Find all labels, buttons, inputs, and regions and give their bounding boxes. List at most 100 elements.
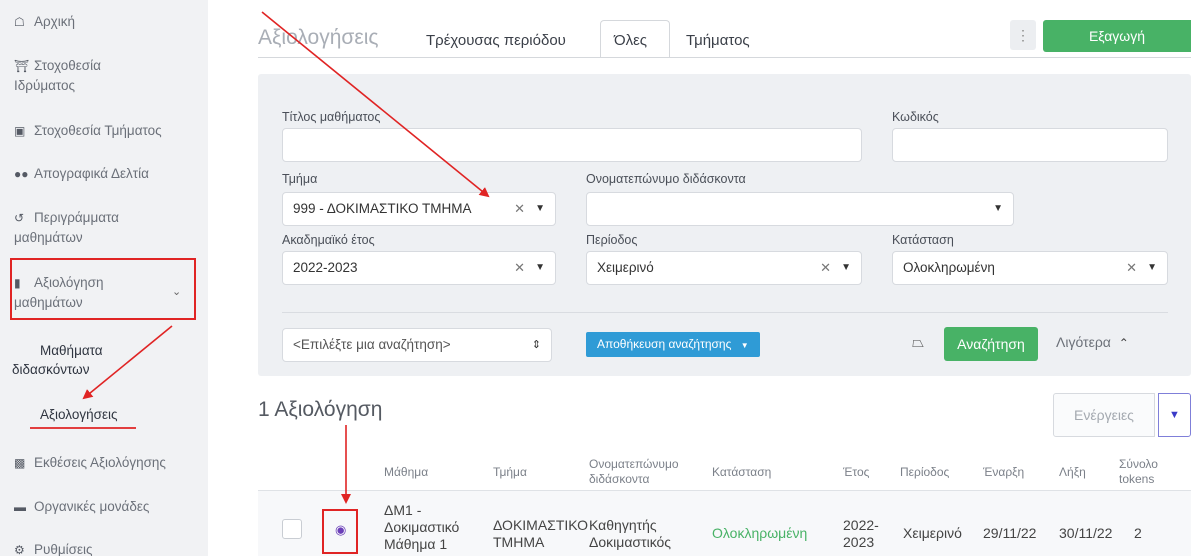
tab-current-period[interactable]: Τρέχουσας περιόδου bbox=[426, 32, 566, 49]
cell-line: Δοκιμαστικό bbox=[384, 519, 460, 535]
department-select[interactable]: 999 - ΔΟΚΙΜΑΣΤΙΚΟ ΤΜΗΜΑ ✕ ▼ bbox=[282, 192, 556, 226]
cell-period: Χειμερινό bbox=[903, 525, 962, 541]
col-header-status[interactable]: Κατάσταση bbox=[712, 465, 771, 480]
cell-line: Δοκιμαστικός bbox=[589, 534, 672, 550]
folder-icon: ▬ bbox=[14, 500, 26, 514]
department-value: 999 - ΔΟΚΙΜΑΣΤΙΚΟ ΤΜΗΜΑ bbox=[293, 201, 472, 216]
clear-icon[interactable]: ✕ bbox=[1126, 252, 1137, 284]
sidebar-item-label: Ιδρύματος bbox=[14, 78, 76, 93]
sidebar-item-label: Αξιολογήσεις bbox=[40, 407, 118, 422]
col-header-instructor[interactable]: Ονοματεπώνυμο διδάσκοντα bbox=[589, 457, 679, 487]
results-count: 1 Αξιολόγηση bbox=[258, 398, 383, 421]
cell-line: Μάθημα 1 bbox=[384, 536, 448, 552]
col-header-tokens[interactable]: Σύνολο tokens bbox=[1119, 457, 1158, 487]
tab-department[interactable]: Τμήματος bbox=[686, 32, 750, 49]
academic-year-select[interactable]: 2022-2023 ✕ ▼ bbox=[282, 251, 556, 285]
save-search-button[interactable]: Αποθήκευση αναζήτησης ▼ bbox=[586, 332, 760, 357]
cell-status: Ολοκληρωμένη bbox=[712, 525, 808, 541]
academic-year-value: 2022-2023 bbox=[293, 260, 358, 275]
home-icon: ☖ bbox=[14, 15, 25, 29]
cell-line: Καθηγητής bbox=[589, 517, 657, 533]
col-header-year[interactable]: Έτος bbox=[843, 465, 869, 480]
page-title: Αξιολογήσεις bbox=[258, 26, 379, 49]
sidebar-subitem-evaluations[interactable]: Αξιολογήσεις bbox=[40, 405, 117, 424]
sidebar-item-department-goals[interactable]: ▣ Στοχοθεσία Τμήματος bbox=[14, 121, 162, 141]
col-header-course[interactable]: Μάθημα bbox=[384, 465, 428, 480]
code-input[interactable] bbox=[892, 128, 1168, 162]
cell-line: 2023 bbox=[843, 534, 875, 550]
sidebar-item-label: Περιγράμματα bbox=[34, 210, 119, 225]
tabs-divider bbox=[258, 57, 1191, 58]
course-title-input[interactable] bbox=[282, 128, 862, 162]
export-button[interactable]: Εξαγωγή bbox=[1043, 20, 1191, 52]
sidebar-item-label: Μαθήματα bbox=[40, 343, 103, 358]
cell-line: 2022- bbox=[843, 517, 879, 533]
sidebar-item-course-outlines[interactable]: ↺ Περιγράμματα μαθημάτων bbox=[14, 208, 119, 247]
period-value: Χειμερινό bbox=[597, 260, 654, 275]
caret-down-icon: ▼ bbox=[841, 262, 851, 273]
col-header-line: Ονοματεπώνυμο bbox=[589, 457, 679, 471]
instructor-select[interactable]: ▼ bbox=[586, 192, 1014, 226]
annotation-highlight-box bbox=[10, 258, 196, 320]
col-header-line: Σύνολο bbox=[1119, 457, 1158, 471]
actions-button[interactable]: Ενέργειες bbox=[1053, 393, 1155, 437]
saved-search-select[interactable]: <Επιλέξτε μια αναζήτηση> ⇕ bbox=[282, 328, 552, 362]
institution-icon: ⛩ bbox=[14, 59, 30, 73]
cell-year: 2022- 2023 bbox=[843, 517, 879, 551]
cell-end: 30/11/22 bbox=[1059, 525, 1113, 541]
annotation-highlight-box bbox=[322, 509, 358, 554]
code-label: Κωδικός bbox=[892, 110, 939, 124]
gear-icon: ⚙ bbox=[14, 543, 25, 556]
sidebar-item-home[interactable]: ☖ Αρχική bbox=[14, 12, 75, 32]
status-label: Κατάσταση bbox=[892, 233, 954, 247]
clear-icon[interactable]: ✕ bbox=[514, 252, 525, 284]
caret-down-icon: ▼ bbox=[740, 341, 749, 350]
col-header-end[interactable]: Λήξη bbox=[1059, 465, 1086, 480]
caret-down-icon: ▼ bbox=[535, 203, 545, 214]
search-button[interactable]: Αναζήτηση bbox=[944, 327, 1038, 361]
status-value: Ολοκληρωμένη bbox=[903, 260, 995, 275]
department-label: Τμήμα bbox=[282, 172, 318, 186]
caret-down-icon: ▼ bbox=[1147, 262, 1157, 273]
history-icon: ↺ bbox=[14, 211, 25, 225]
period-select[interactable]: Χειμερινό ✕ ▼ bbox=[586, 251, 862, 285]
col-header-line: tokens bbox=[1119, 472, 1155, 486]
show-less-label: Λιγότερα bbox=[1056, 334, 1111, 350]
col-header-line: διδάσκοντα bbox=[589, 472, 650, 486]
col-header-department[interactable]: Τμήμα bbox=[493, 465, 527, 480]
caret-down-icon: ▼ bbox=[535, 262, 545, 273]
cell-course: ΔΜ1 - Δοκιμαστικό Μάθημα 1 bbox=[384, 502, 459, 553]
sidebar-item-label: Στοχοθεσία bbox=[34, 58, 101, 73]
cell-department: ΔΟΚΙΜΑΣΤΙΚΟ ΤΜΗΜΑ bbox=[493, 517, 588, 551]
sidebar-subitem-instructor-courses[interactable]: Μαθήματα διδασκόντων bbox=[12, 341, 103, 379]
eraser-icon[interactable]: ⏢ bbox=[912, 334, 924, 351]
sidebar-item-org-units[interactable]: ▬ Οργανικές μονάδες bbox=[14, 497, 149, 517]
show-less-toggle[interactable]: Λιγότερα ⌃ bbox=[1056, 334, 1129, 350]
course-title-label: Τίτλος μαθήματος bbox=[282, 110, 381, 124]
sidebar-item-label: Απογραφικά Δελτία bbox=[34, 166, 149, 181]
sidebar-item-label: Ρυθμίσεις bbox=[34, 542, 93, 556]
actions-dropdown-toggle[interactable]: ▼ bbox=[1158, 393, 1191, 437]
sidebar-item-label: διδασκόντων bbox=[12, 362, 90, 377]
tab-all[interactable]: Όλες bbox=[614, 32, 647, 49]
period-label: Περίοδος bbox=[586, 233, 638, 247]
col-header-start[interactable]: Έναρξη bbox=[983, 465, 1024, 480]
sidebar-item-label: μαθημάτων bbox=[14, 230, 83, 245]
sidebar: ☖ Αρχική ⛩ Στοχοθεσία Ιδρύματος ▣ Στοχοθεσί… bbox=[0, 0, 208, 556]
sidebar-item-institution-goals[interactable]: ⛩ Στοχοθεσία Ιδρύματος bbox=[14, 56, 101, 95]
cell-line: ΔΜ1 - bbox=[384, 502, 422, 518]
sidebar-item-settings[interactable]: ⚙ Ρυθμίσεις bbox=[14, 540, 93, 556]
status-select[interactable]: Ολοκληρωμένη ✕ ▼ bbox=[892, 251, 1168, 285]
sidebar-item-evaluation-reports[interactable]: ▩ Εκθέσεις Αξιολόγησης bbox=[14, 453, 166, 473]
sidebar-item-inventory-sheets[interactable]: ●● Απογραφικά Δελτία bbox=[14, 164, 149, 184]
clear-icon[interactable]: ✕ bbox=[820, 252, 831, 284]
app-window: ☖ Αρχική ⛩ Στοχοθεσία Ιδρύματος ▣ Στοχοθεσί… bbox=[0, 0, 1191, 556]
cell-start: 29/11/22 bbox=[983, 525, 1037, 541]
clear-icon[interactable]: ✕ bbox=[514, 193, 525, 225]
academic-year-label: Ακαδημαϊκό έτος bbox=[282, 233, 375, 247]
sort-arrows-icon: ⇕ bbox=[531, 339, 541, 351]
col-header-period[interactable]: Περίοδος bbox=[900, 465, 949, 480]
cell-tokens: 2 bbox=[1134, 525, 1142, 541]
row-checkbox[interactable] bbox=[282, 519, 302, 539]
more-options-icon[interactable]: ⋮ bbox=[1010, 20, 1036, 50]
